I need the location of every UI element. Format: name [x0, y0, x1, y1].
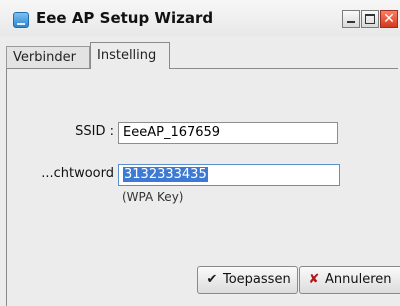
password-value: 3132333435: [123, 167, 208, 182]
app-icon: [13, 12, 29, 28]
window-title: Eee AP Setup Wizard: [36, 9, 214, 27]
password-input[interactable]: 3132333435: [118, 164, 340, 186]
cancel-button[interactable]: ✘ Annuleren: [299, 266, 400, 294]
ssid-label: SSID :: [75, 124, 114, 139]
apply-button[interactable]: ✔ Toepassen: [197, 266, 298, 294]
maximize-button[interactable]: [361, 10, 379, 28]
cancel-label: Annuleren: [325, 272, 392, 287]
title-bar[interactable]: Eee AP Setup Wizard ✕: [0, 0, 400, 36]
cancel-x-icon: ✘: [308, 272, 320, 287]
ssid-input[interactable]: EeeAP_167659: [118, 122, 338, 144]
apply-label: Toepassen: [223, 272, 291, 287]
close-button[interactable]: ✕: [380, 10, 398, 28]
tab-verbinder[interactable]: Verbinder: [6, 46, 90, 68]
password-label: ...chtwoord: [41, 166, 114, 181]
password-hint: (WPA Key): [122, 190, 184, 204]
minimize-button[interactable]: [342, 10, 360, 28]
close-icon: ✕: [383, 11, 395, 27]
setup-wizard-window: Eee AP Setup Wizard ✕ Verbinder Instelli…: [0, 0, 400, 306]
tab-instelling[interactable]: Instelling: [90, 42, 170, 69]
check-icon: ✔: [206, 272, 218, 287]
